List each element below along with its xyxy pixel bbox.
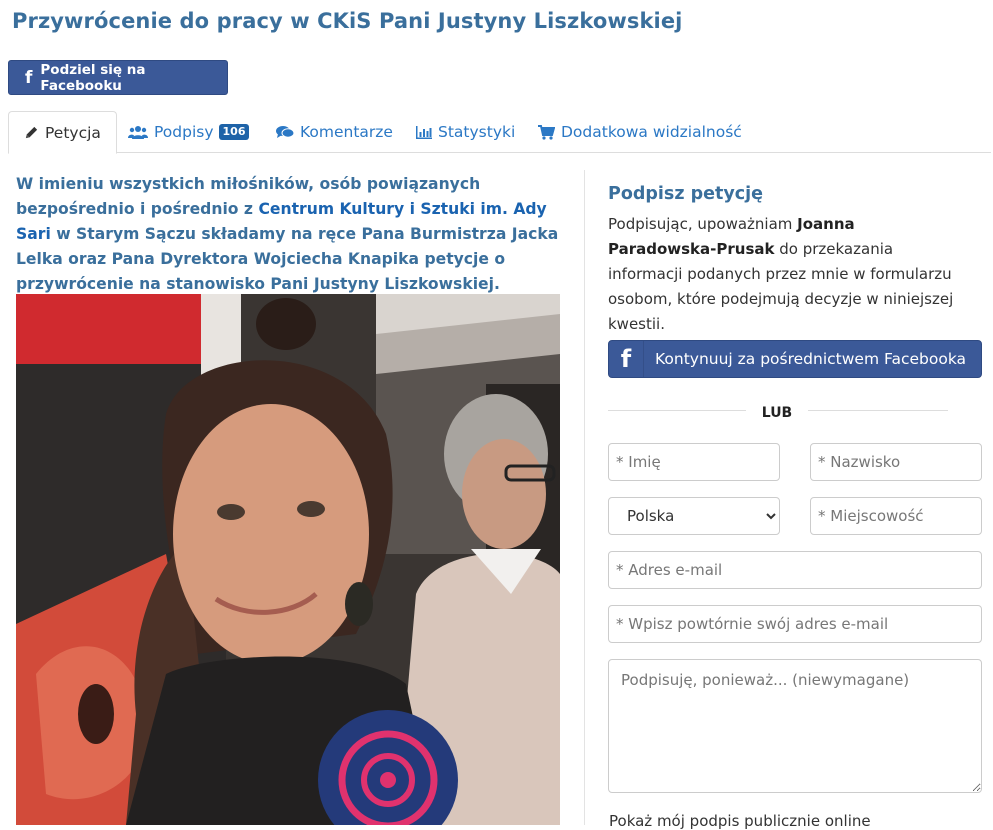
sign-petition-description: Podpisując, upoważniam Joanna Paradowska… <box>608 212 968 337</box>
tab-comments-label: Komentarze <box>300 123 393 141</box>
bar-chart-icon <box>416 125 432 139</box>
tab-statistics-label: Statystyki <box>438 123 516 141</box>
tab-statistics[interactable]: Statystyki <box>416 111 515 153</box>
country-select[interactable]: Polska <box>608 497 780 535</box>
share-facebook-label: Podziel się na Facebooku <box>40 61 146 94</box>
sign-desc-text-1: Podpisując, upoważniam <box>608 215 798 233</box>
facebook-icon: f <box>25 67 33 88</box>
petition-intro: W imieniu wszystkich miłośników, osób po… <box>16 172 564 297</box>
page-title: Przywrócenie do pracy w CKiS Pani Justyn… <box>12 9 683 33</box>
tab-extra-visibility-label: Dodatkowa widzialność <box>561 123 742 141</box>
tab-bar: Petycja Podpisy 106 Komentarze Statystyk… <box>8 111 991 154</box>
share-facebook-button[interactable]: f Podziel się na Facebooku <box>8 60 228 95</box>
first-name-input[interactable] <box>608 443 780 481</box>
show-signature-publicly-label: Pokaż mój podpis publicznie online <box>609 812 871 830</box>
last-name-input[interactable] <box>810 443 982 481</box>
comments-icon <box>276 125 294 139</box>
or-separator-text: LUB <box>761 405 793 421</box>
tab-signatures-label: Podpisy <box>154 123 214 141</box>
email-confirm-input[interactable] <box>608 605 982 643</box>
sign-petition-heading: Podpisz petycję <box>608 184 764 204</box>
or-divider-right <box>808 410 948 411</box>
petition-photo <box>16 294 560 825</box>
tab-extra-visibility[interactable]: Dodatkowa widzialność <box>538 111 742 153</box>
cart-icon <box>538 124 555 140</box>
comment-textarea[interactable] <box>608 659 982 793</box>
or-divider-left <box>608 410 746 411</box>
signature-count-badge: 106 <box>218 124 250 140</box>
facebook-icon: f <box>609 341 644 377</box>
column-divider <box>584 170 585 825</box>
users-icon <box>128 125 148 139</box>
pencil-icon <box>24 125 39 140</box>
tab-petition[interactable]: Petycja <box>8 111 117 154</box>
city-input[interactable] <box>810 497 982 535</box>
tab-signatures[interactable]: Podpisy 106 <box>128 111 250 153</box>
tab-petition-label: Petycja <box>45 123 101 142</box>
continue-with-facebook-button[interactable]: f Kontynuuj za pośrednictwem Facebooka <box>608 340 982 378</box>
continue-with-facebook-label: Kontynuuj za pośrednictwem Facebooka <box>655 350 967 368</box>
petition-intro-text-2: w Starym Sączu składamy na ręce Pana Bur… <box>16 225 559 293</box>
email-input[interactable] <box>608 551 982 589</box>
tab-comments[interactable]: Komentarze <box>276 111 393 153</box>
